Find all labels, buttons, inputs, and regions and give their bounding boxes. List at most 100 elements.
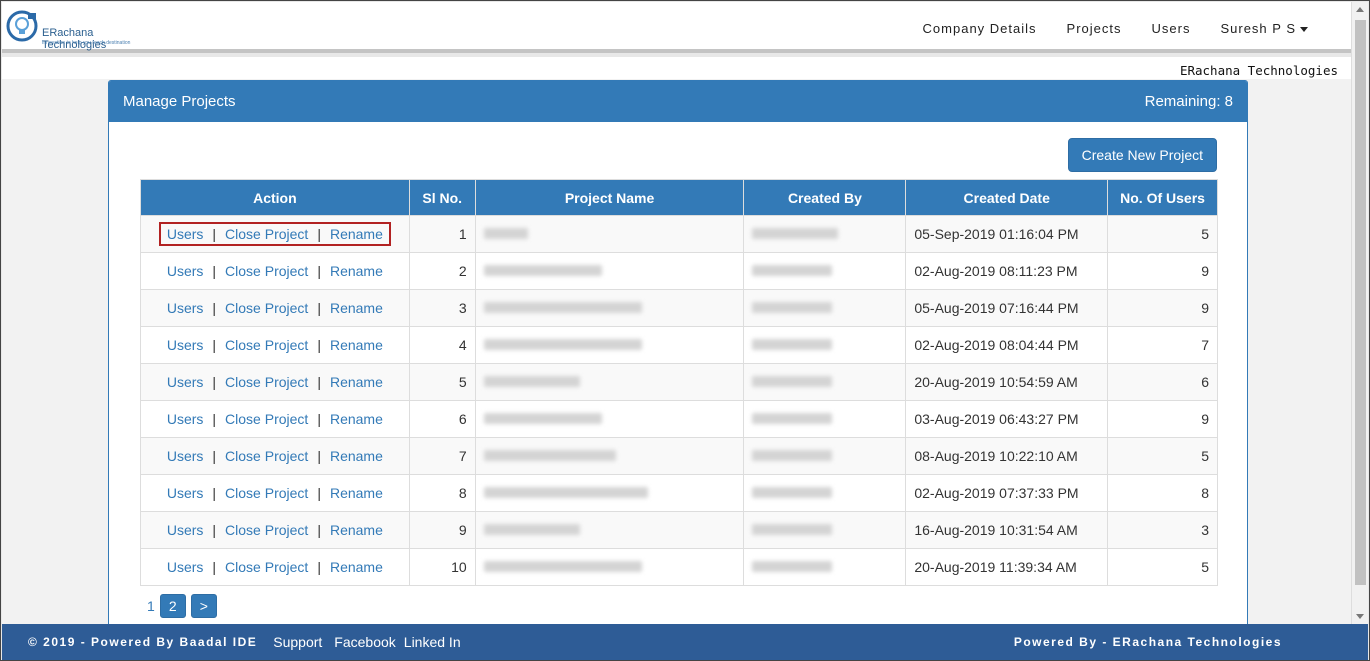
footer-linkedin-link[interactable]: Linked In xyxy=(404,634,461,650)
created-by-cell xyxy=(743,400,907,438)
created-by-cell xyxy=(743,474,907,512)
users-link[interactable]: Users xyxy=(167,411,204,427)
separator: | xyxy=(317,300,321,316)
sl-no-cell: 7 xyxy=(408,437,476,475)
row-actions: Users | Close Project | Rename xyxy=(140,548,410,586)
next-page-button[interactable]: > xyxy=(190,594,217,618)
created-by-cell xyxy=(743,548,907,586)
close-project-link[interactable]: Close Project xyxy=(225,226,308,242)
users-link[interactable]: Users xyxy=(167,263,204,279)
manage-projects-panel: Manage Projects Remaining: 8 Create New … xyxy=(108,80,1248,628)
close-project-link[interactable]: Close Project xyxy=(225,263,308,279)
users-link[interactable]: Users xyxy=(167,522,204,538)
table-row: Users | Close Project | Rename 1 05-Sep-2019 0… xyxy=(140,215,1218,253)
sl-no-cell: 6 xyxy=(408,400,476,438)
scroll-thumb[interactable] xyxy=(1355,20,1366,585)
close-project-link[interactable]: Close Project xyxy=(225,337,308,353)
panel-title: Manage Projects xyxy=(123,93,236,110)
action-links: Users | Close Project | Rename xyxy=(167,411,383,427)
separator: | xyxy=(212,337,217,353)
col-sl-no: Sl No. xyxy=(408,179,476,216)
rename-link[interactable]: Rename xyxy=(330,485,383,501)
page-current: 1 xyxy=(147,598,155,614)
rename-link[interactable]: Rename xyxy=(330,226,383,242)
users-link[interactable]: Users xyxy=(167,448,204,464)
action-links: Users | Close Project | Rename xyxy=(167,263,383,279)
page-2-button[interactable]: 2 xyxy=(159,594,186,618)
create-new-project-button[interactable]: Create New Project xyxy=(1067,138,1217,172)
sl-no-cell: 5 xyxy=(408,363,476,401)
separator: | xyxy=(212,448,217,464)
no-of-users-cell: 3 xyxy=(1107,511,1218,549)
separator: | xyxy=(317,559,321,575)
users-link[interactable]: Users xyxy=(167,226,204,242)
footer-copyright: © 2019 - Powered By Baadal IDE xyxy=(28,635,258,649)
created-by-cell xyxy=(743,289,907,327)
redacted-text xyxy=(752,265,833,276)
redacted-text xyxy=(752,413,833,424)
close-project-link[interactable]: Close Project xyxy=(225,411,308,427)
close-project-link[interactable]: Close Project xyxy=(225,485,308,501)
sl-no-cell: 10 xyxy=(408,548,476,586)
close-project-link[interactable]: Close Project xyxy=(225,374,308,390)
project-name-cell xyxy=(474,215,745,253)
separator: | xyxy=(212,522,217,538)
nav-company-details[interactable]: Company Details xyxy=(923,21,1037,36)
nav-projects[interactable]: Projects xyxy=(1067,21,1122,36)
col-project-name: Project Name xyxy=(474,179,745,216)
created-date-cell: 03-Aug-2019 06:43:27 PM xyxy=(905,400,1109,438)
users-link[interactable]: Users xyxy=(167,337,204,353)
user-menu[interactable]: Suresh P S xyxy=(1220,21,1308,36)
table-header-row: Action Sl No. Project Name Created By Cr… xyxy=(140,179,1218,216)
redacted-text xyxy=(483,302,642,313)
separator: | xyxy=(317,374,321,390)
projects-table: Action Sl No. Project Name Created By Cr… xyxy=(140,179,1218,586)
scroll-up-icon[interactable] xyxy=(1356,7,1364,12)
row-actions: Users | Close Project | Rename xyxy=(140,252,410,290)
redacted-text xyxy=(483,561,642,572)
project-name-cell xyxy=(474,326,745,364)
nav-users[interactable]: Users xyxy=(1152,21,1191,36)
users-link[interactable]: Users xyxy=(167,485,204,501)
users-link[interactable]: Users xyxy=(167,559,204,575)
rename-link[interactable]: Rename xyxy=(330,374,383,390)
action-links: Users | Close Project | Rename xyxy=(167,485,383,501)
no-of-users-cell: 6 xyxy=(1107,363,1218,401)
action-links: Users | Close Project | Rename xyxy=(167,559,383,575)
table-row: Users | Close Project | Rename 2 02-Aug-2019 0… xyxy=(140,252,1218,290)
close-project-link[interactable]: Close Project xyxy=(225,448,308,464)
rename-link[interactable]: Rename xyxy=(330,337,383,353)
brand-logo[interactable]: ERachana Technologies Innovation to help… xyxy=(6,9,156,51)
redacted-text xyxy=(483,339,642,350)
row-actions: Users | Close Project | Rename xyxy=(140,437,410,475)
rename-link[interactable]: Rename xyxy=(330,411,383,427)
rename-link[interactable]: Rename xyxy=(330,522,383,538)
caret-down-icon xyxy=(1300,27,1308,33)
rename-link[interactable]: Rename xyxy=(330,448,383,464)
users-link[interactable]: Users xyxy=(167,374,204,390)
created-by-cell xyxy=(743,363,907,401)
vertical-scrollbar[interactable] xyxy=(1351,2,1368,624)
rename-link[interactable]: Rename xyxy=(330,263,383,279)
separator: | xyxy=(212,485,217,501)
no-of-users-cell: 9 xyxy=(1107,400,1218,438)
close-project-link[interactable]: Close Project xyxy=(225,522,308,538)
table-row: Users | Close Project | Rename 4 02-Aug-2019 0… xyxy=(140,326,1218,364)
footer-facebook-link[interactable]: Facebook xyxy=(334,634,395,650)
users-link[interactable]: Users xyxy=(167,300,204,316)
scroll-down-icon[interactable] xyxy=(1356,614,1364,619)
footer-support-link[interactable]: Support xyxy=(273,634,322,650)
separator: | xyxy=(212,374,217,390)
created-by-cell xyxy=(743,326,907,364)
created-date-cell: 20-Aug-2019 10:54:59 AM xyxy=(905,363,1109,401)
rename-link[interactable]: Rename xyxy=(330,559,383,575)
rename-link[interactable]: Rename xyxy=(330,300,383,316)
row-actions: Users | Close Project | Rename xyxy=(140,363,410,401)
separator: | xyxy=(212,263,217,279)
close-project-link[interactable]: Close Project xyxy=(225,559,308,575)
table-row: Users | Close Project | Rename 6 03-Aug-2019 0… xyxy=(140,400,1218,438)
table-row: Users | Close Project | Rename 10 20-Aug-2019 … xyxy=(140,548,1218,586)
brand-name: ERachana Technologies xyxy=(42,27,107,51)
close-project-link[interactable]: Close Project xyxy=(225,300,308,316)
footer: © 2019 - Powered By Baadal IDE Support F… xyxy=(2,624,1368,660)
